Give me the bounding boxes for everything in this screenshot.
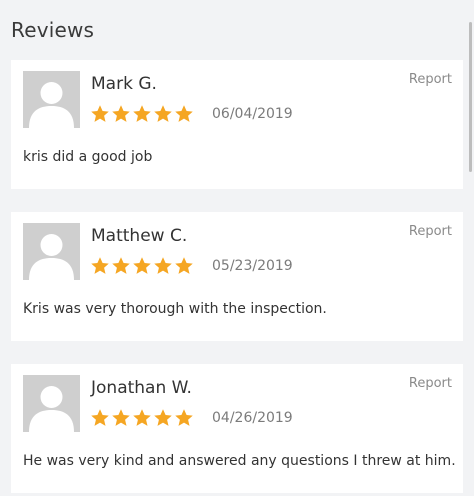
star-icon	[175, 409, 193, 426]
scrollbar[interactable]	[469, 22, 472, 172]
star-icon	[112, 257, 130, 274]
review-date: 04/26/2019	[212, 410, 293, 426]
review-text: Kris was very thorough with the inspecti…	[23, 301, 327, 317]
star-rating	[90, 104, 194, 124]
avatar	[23, 71, 80, 128]
star-icon	[175, 105, 193, 122]
review-card: Matthew C. Report 05/23/2019 Kris was ve…	[11, 212, 463, 341]
report-link[interactable]: Report	[409, 224, 452, 239]
review-text: He was very kind and answered any questi…	[23, 453, 456, 469]
star-icon	[175, 257, 193, 274]
avatar	[23, 375, 80, 432]
user-silhouette-icon	[23, 223, 80, 280]
reviewer-name: Matthew C.	[91, 226, 188, 246]
reviewer-name: Jonathan W.	[91, 378, 192, 398]
star-rating	[90, 256, 194, 276]
review-date: 05/23/2019	[212, 258, 293, 274]
page-title: Reviews	[11, 18, 95, 42]
reviewer-name: Mark G.	[91, 74, 157, 94]
report-link[interactable]: Report	[409, 72, 452, 87]
user-silhouette-icon	[23, 375, 80, 432]
avatar	[23, 223, 80, 280]
star-rating	[90, 408, 194, 428]
star-icon	[133, 105, 151, 122]
user-silhouette-icon	[23, 71, 80, 128]
star-icon	[91, 409, 109, 426]
star-icon	[112, 105, 130, 122]
star-icon	[91, 105, 109, 122]
star-icon	[154, 105, 172, 122]
review-text: kris did a good job	[23, 149, 153, 165]
star-icon	[133, 409, 151, 426]
star-icon	[133, 257, 151, 274]
star-icon	[91, 257, 109, 274]
review-card: Jonathan W. Report 04/26/2019 He was ver…	[11, 364, 463, 493]
star-icon	[154, 409, 172, 426]
star-icon	[112, 409, 130, 426]
review-card: Mark G. Report 06/04/2019 kris did a goo…	[11, 60, 463, 189]
star-icon	[154, 257, 172, 274]
review-date: 06/04/2019	[212, 106, 293, 122]
report-link[interactable]: Report	[409, 376, 452, 391]
